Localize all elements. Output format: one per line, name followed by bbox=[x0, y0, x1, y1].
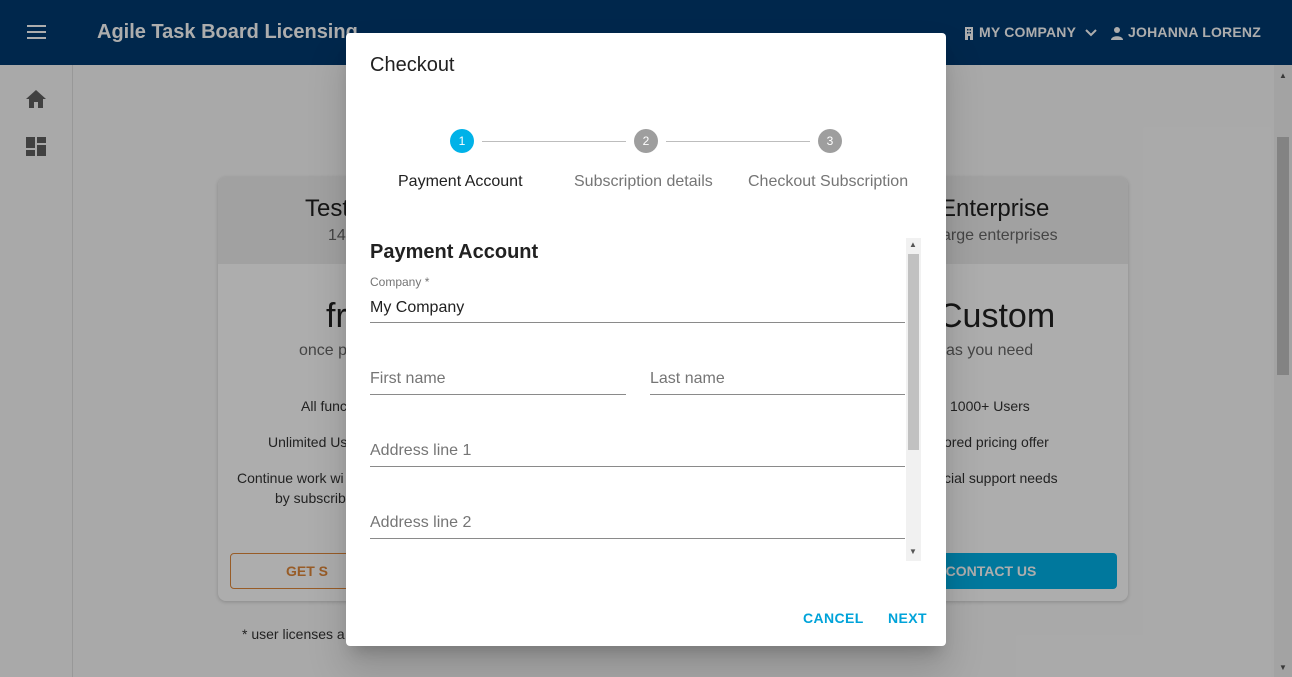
checkout-dialog: Checkout 1 2 3 Payment Account Subscript… bbox=[346, 33, 946, 646]
address-line-1-field[interactable]: Address line 1 bbox=[370, 435, 905, 467]
step-2-indicator[interactable]: 2 bbox=[634, 129, 658, 153]
first-name-placeholder: First name bbox=[370, 370, 446, 387]
form-scroll-down-icon[interactable]: ▼ bbox=[909, 547, 917, 556]
step-connector-2 bbox=[666, 141, 810, 142]
form-scroll-thumb[interactable] bbox=[908, 254, 919, 450]
company-field[interactable]: Company * My Company bbox=[370, 275, 905, 323]
form-scrollbar[interactable]: ▲ ▼ bbox=[906, 238, 921, 561]
step-2-label[interactable]: Subscription details bbox=[574, 173, 713, 191]
cancel-button[interactable]: CANCEL bbox=[803, 610, 864, 626]
step-3-indicator[interactable]: 3 bbox=[818, 129, 842, 153]
step-3-label[interactable]: Checkout Subscription bbox=[748, 173, 908, 191]
address-line-1-placeholder: Address line 1 bbox=[370, 442, 472, 459]
step-1-indicator[interactable]: 1 bbox=[450, 129, 474, 153]
company-field-value[interactable]: My Company bbox=[370, 299, 464, 317]
next-button[interactable]: NEXT bbox=[888, 610, 927, 626]
address-line-2-placeholder: Address line 2 bbox=[370, 514, 472, 531]
section-title: Payment Account bbox=[370, 241, 539, 263]
company-field-label: Company * bbox=[370, 275, 430, 289]
step-connector-1 bbox=[482, 141, 626, 142]
last-name-field[interactable]: Last name bbox=[650, 363, 905, 395]
address-line-2-field[interactable]: Address line 2 bbox=[370, 507, 905, 539]
form-scroll-up-icon[interactable]: ▲ bbox=[909, 240, 917, 249]
first-name-field[interactable]: First name bbox=[370, 363, 626, 395]
dialog-title: Checkout bbox=[370, 54, 455, 76]
last-name-placeholder: Last name bbox=[650, 370, 725, 387]
step-1-label[interactable]: Payment Account bbox=[398, 173, 523, 191]
